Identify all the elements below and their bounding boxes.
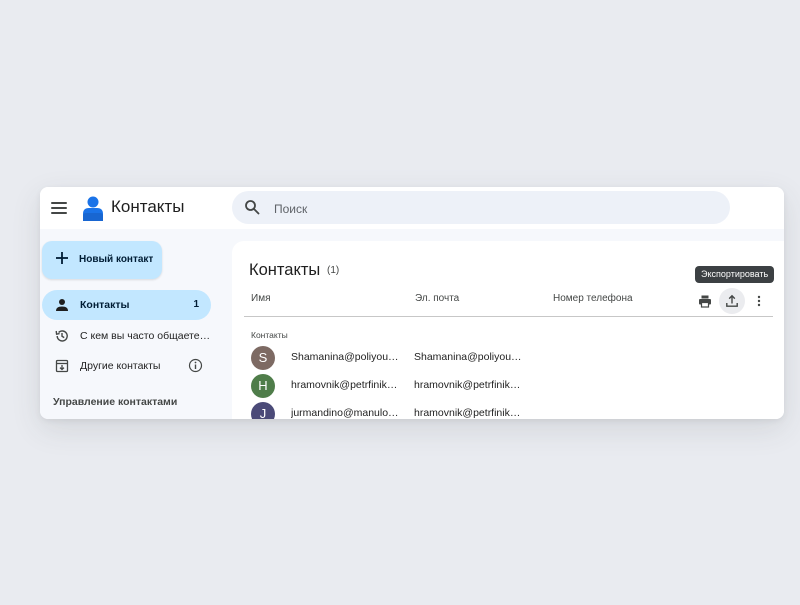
more-options-button[interactable] — [746, 288, 772, 314]
contacts-app-window: Контакты Новый контакт Контакты 1 — [40, 187, 784, 419]
avatar: S — [251, 346, 275, 370]
page-title: Контакты — [249, 261, 321, 279]
new-contact-button[interactable]: Новый контакт — [42, 241, 162, 279]
contacts-total-count: (1) — [327, 265, 340, 276]
sidebar-item-frequent[interactable]: С кем вы часто общаете… — [42, 321, 211, 351]
person-icon — [56, 299, 68, 311]
table-row[interactable]: J jurmandino@manulo… hramovnik@petrfinik… — [232, 401, 784, 419]
search-input[interactable] — [272, 198, 706, 220]
top-bar: Контакты — [40, 187, 784, 229]
sidebar: Новый контакт Контакты 1 С кем вы часто … — [40, 229, 228, 419]
contact-email-cell: hramovnik@petrfinik… — [414, 379, 521, 391]
contact-name-cell: hramovnik@petrfinik… — [291, 379, 398, 391]
export-icon — [726, 294, 738, 307]
contacts-count-badge: 1 — [193, 299, 199, 310]
info-icon[interactable] — [188, 358, 203, 373]
column-header-phone[interactable]: Номер телефона — [553, 293, 633, 304]
search-icon[interactable] — [244, 199, 260, 215]
export-tooltip: Экспортировать — [695, 266, 775, 283]
contact-email-cell: hramovnik@petrfinik… — [414, 407, 521, 419]
avatar: H — [251, 374, 275, 398]
contacts-group-label: Контакты — [251, 330, 288, 340]
table-row[interactable]: S Shamanina@poliyou… Shamanina@poliyou… — [232, 345, 784, 371]
manage-contacts-heading: Управление контактами — [53, 396, 178, 408]
new-contact-label: Новый контакт — [79, 254, 154, 265]
contacts-logo-icon — [83, 196, 103, 221]
more-vert-icon — [757, 295, 761, 307]
print-icon — [699, 295, 711, 308]
plus-icon — [56, 252, 68, 264]
sidebar-item-contacts[interactable]: Контакты 1 — [42, 290, 211, 320]
print-button[interactable] — [692, 288, 718, 314]
main-menu-icon[interactable] — [51, 200, 67, 216]
contact-name-cell: jurmandino@manulo… — [291, 407, 399, 419]
sidebar-item-other-contacts[interactable]: Другие контакты — [42, 351, 211, 381]
header-divider — [244, 316, 773, 317]
sidebar-item-label: С кем вы часто общаете… — [80, 330, 211, 342]
history-icon — [55, 330, 68, 342]
search-bar[interactable] — [232, 191, 730, 224]
contact-email-cell: Shamanina@poliyou… — [414, 351, 522, 363]
avatar: J — [251, 402, 275, 419]
column-header-name[interactable]: Имя — [251, 293, 270, 304]
contact-name-cell: Shamanina@poliyou… — [291, 351, 399, 363]
table-row[interactable]: H hramovnik@petrfinik… hramovnik@petrfin… — [232, 373, 784, 399]
archive-download-icon — [55, 359, 69, 373]
sidebar-item-label: Контакты — [80, 299, 130, 311]
export-button[interactable] — [719, 288, 745, 314]
column-header-email[interactable]: Эл. почта — [415, 293, 459, 304]
app-title: Контакты — [111, 197, 185, 216]
sidebar-item-label: Другие контакты — [80, 360, 161, 372]
